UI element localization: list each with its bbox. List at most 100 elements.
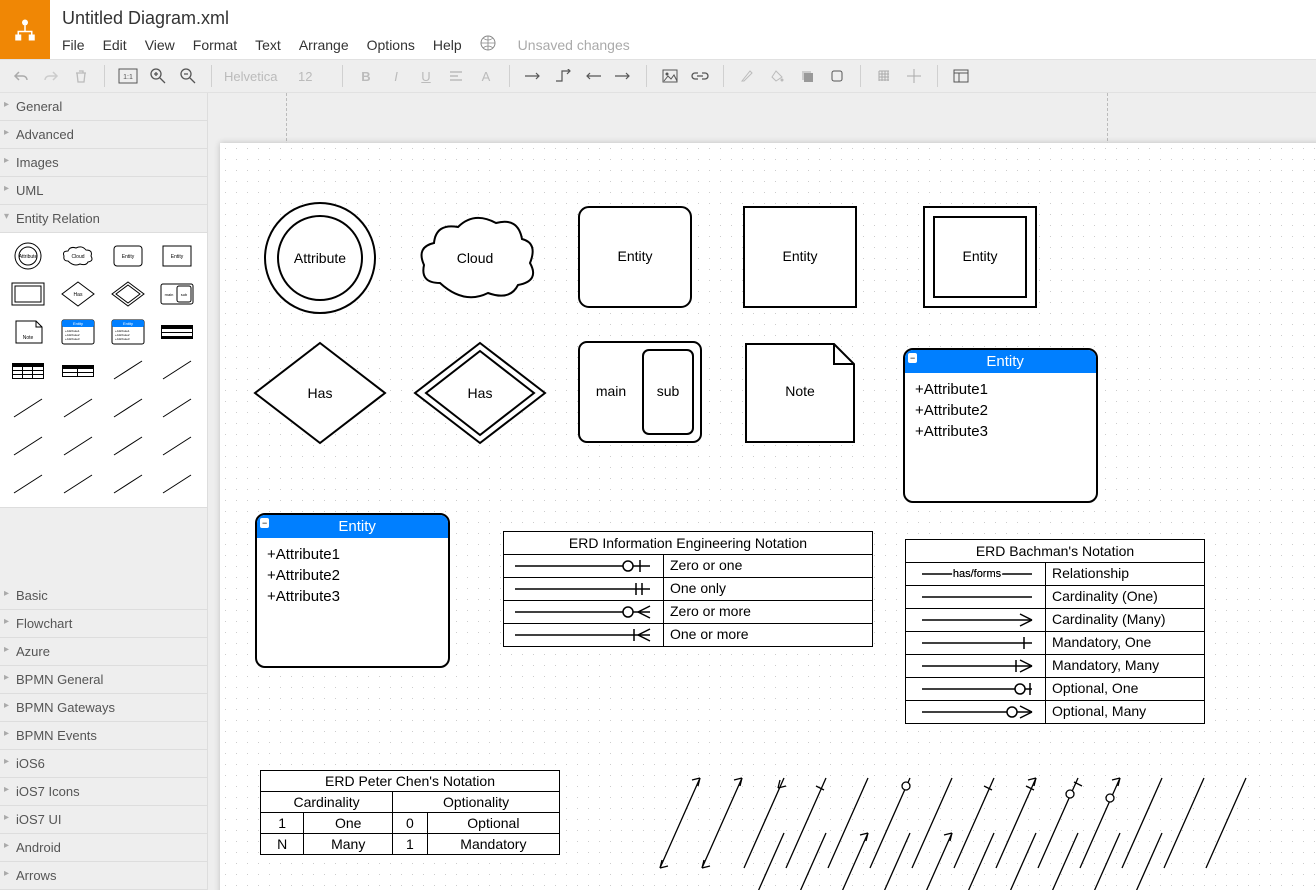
thumb-line-12[interactable] bbox=[56, 467, 100, 501]
palette-arrows[interactable]: Arrows bbox=[0, 862, 207, 890]
connector-straight-icon[interactable] bbox=[520, 63, 546, 89]
align-icon[interactable] bbox=[443, 63, 469, 89]
thumb-entity-double[interactable] bbox=[6, 277, 50, 311]
delete-icon[interactable] bbox=[68, 63, 94, 89]
thumb-table-dark[interactable] bbox=[155, 315, 199, 349]
palette-entity-relation[interactable]: Entity Relation bbox=[0, 205, 207, 233]
thumb-entity-rounded[interactable]: Entity bbox=[106, 239, 150, 273]
rounded-icon[interactable] bbox=[824, 63, 850, 89]
app-logo[interactable] bbox=[0, 0, 50, 59]
thumb-line-5[interactable] bbox=[106, 391, 150, 425]
menu-arrange[interactable]: Arrange bbox=[299, 37, 349, 53]
thumb-line-1[interactable] bbox=[106, 353, 150, 387]
underline-icon[interactable]: U bbox=[413, 63, 439, 89]
fill-color-icon[interactable] bbox=[764, 63, 790, 89]
shape-attribute[interactable]: Attribute bbox=[260, 198, 380, 318]
thumb-entity-square[interactable]: Entity bbox=[155, 239, 199, 273]
thumb-line-13[interactable] bbox=[106, 467, 150, 501]
menu-text[interactable]: Text bbox=[255, 37, 281, 53]
svg-text:Entity: Entity bbox=[617, 248, 652, 264]
thumb-line-7[interactable] bbox=[6, 429, 50, 463]
thumb-line-11[interactable] bbox=[6, 467, 50, 501]
palette-flowchart[interactable]: Flowchart bbox=[0, 610, 207, 638]
table-erd-chen[interactable]: ERD Peter Chen's Notation CardinalityOpt… bbox=[260, 770, 560, 855]
zoom-actual-icon[interactable]: 1:1 bbox=[115, 63, 141, 89]
document-title[interactable]: Untitled Diagram.xml bbox=[50, 0, 1316, 29]
thumb-has-diamond[interactable]: Has bbox=[56, 277, 100, 311]
stroke-color-icon[interactable] bbox=[734, 63, 760, 89]
shape-entity-class-1[interactable]: −Entity +Attribute1 +Attribute2 +Attribu… bbox=[903, 348, 1098, 503]
shape-main-sub[interactable]: main sub bbox=[575, 338, 705, 448]
italic-icon[interactable]: I bbox=[383, 63, 409, 89]
thumb-line-6[interactable] bbox=[155, 391, 199, 425]
thumb-line-9[interactable] bbox=[106, 429, 150, 463]
shadow-icon[interactable] bbox=[794, 63, 820, 89]
thumb-entity-class-blue2[interactable]: Entity+Attribute1+Attribute2+Attribute3 bbox=[106, 315, 150, 349]
thumb-cloud[interactable]: Cloud bbox=[56, 239, 100, 273]
thumb-main-sub[interactable]: mainsub bbox=[155, 277, 199, 311]
grid-icon[interactable] bbox=[871, 63, 897, 89]
palette-advanced[interactable]: Advanced bbox=[0, 121, 207, 149]
palette-ios6[interactable]: iOS6 bbox=[0, 750, 207, 778]
arrow-start-icon[interactable] bbox=[580, 63, 606, 89]
undo-icon[interactable] bbox=[8, 63, 34, 89]
shape-note[interactable]: Note bbox=[740, 338, 860, 448]
layout-icon[interactable] bbox=[948, 63, 974, 89]
palette-basic[interactable]: Basic bbox=[0, 582, 207, 610]
palette-azure[interactable]: Azure bbox=[0, 638, 207, 666]
thumb-line-4[interactable] bbox=[56, 391, 100, 425]
menu-file[interactable]: File bbox=[62, 37, 85, 53]
palette-bpmn-events[interactable]: BPMN Events bbox=[0, 722, 207, 750]
thumb-table-dark2[interactable] bbox=[6, 353, 50, 387]
canvas[interactable]: Attribute Cloud Entity Entity Entity bbox=[220, 143, 1316, 890]
bold-icon[interactable]: B bbox=[353, 63, 379, 89]
thumb-entity-class-blue[interactable]: Entity+Attribute1+Attribute2+Attribute3 bbox=[56, 315, 100, 349]
connector-waypoint-icon[interactable] bbox=[550, 63, 576, 89]
thumb-line-3[interactable] bbox=[6, 391, 50, 425]
palette-ios7-icons[interactable]: iOS7 Icons bbox=[0, 778, 207, 806]
thumb-line-2[interactable] bbox=[155, 353, 199, 387]
globe-icon[interactable] bbox=[480, 35, 496, 54]
table-erd-bachman[interactable]: ERD Bachman's Notation has/formshas/form… bbox=[905, 539, 1205, 724]
menu-edit[interactable]: Edit bbox=[103, 37, 127, 53]
thumb-line-14[interactable] bbox=[155, 467, 199, 501]
font-size-input[interactable] bbox=[296, 68, 332, 85]
table-erd-ie[interactable]: ERD Information Engineering Notation Zer… bbox=[503, 531, 873, 647]
palette-android[interactable]: Android bbox=[0, 834, 207, 862]
redo-icon[interactable] bbox=[38, 63, 64, 89]
shape-entity-double[interactable]: Entity bbox=[920, 203, 1040, 313]
thumb-table-dark3[interactable] bbox=[56, 353, 100, 387]
font-color-icon[interactable]: A bbox=[473, 63, 499, 89]
menu-format[interactable]: Format bbox=[193, 37, 237, 53]
thumb-has-double-diamond[interactable] bbox=[106, 277, 150, 311]
palette-bpmn-gateways[interactable]: BPMN Gateways bbox=[0, 694, 207, 722]
palette-general[interactable]: General bbox=[0, 93, 207, 121]
shape-has-diamond[interactable]: Has bbox=[250, 338, 390, 448]
thumb-line-10[interactable] bbox=[155, 429, 199, 463]
shape-entity-rounded[interactable]: Entity bbox=[575, 203, 695, 313]
menu-options[interactable]: Options bbox=[367, 37, 415, 53]
thumb-attribute[interactable]: Attribute bbox=[6, 239, 50, 273]
guides-icon[interactable] bbox=[901, 63, 927, 89]
link-icon[interactable] bbox=[687, 63, 713, 89]
svg-text:Entity: Entity bbox=[962, 248, 997, 264]
font-family-input[interactable] bbox=[222, 68, 292, 85]
shape-entity-square[interactable]: Entity bbox=[740, 203, 860, 313]
palette-bpmn-general[interactable]: BPMN General bbox=[0, 666, 207, 694]
thumb-line-8[interactable] bbox=[56, 429, 100, 463]
shape-entity-class-2[interactable]: −Entity +Attribute1 +Attribute2 +Attribu… bbox=[255, 513, 450, 668]
shape-cloud[interactable]: Cloud bbox=[410, 203, 540, 313]
zoom-in-icon[interactable] bbox=[145, 63, 171, 89]
connector-samples-row2[interactable] bbox=[640, 823, 1300, 890]
palette-uml[interactable]: UML bbox=[0, 177, 207, 205]
thumb-note[interactable]: Note bbox=[6, 315, 50, 349]
menu-help[interactable]: Help bbox=[433, 37, 462, 53]
palette-ios7-ui[interactable]: iOS7 UI bbox=[0, 806, 207, 834]
erd-bach-r2: Cardinality (One) bbox=[1046, 586, 1164, 608]
menu-view[interactable]: View bbox=[145, 37, 175, 53]
shape-has-double-diamond[interactable]: Has bbox=[410, 338, 550, 448]
image-icon[interactable] bbox=[657, 63, 683, 89]
arrow-end-icon[interactable] bbox=[610, 63, 636, 89]
zoom-out-icon[interactable] bbox=[175, 63, 201, 89]
palette-images[interactable]: Images bbox=[0, 149, 207, 177]
